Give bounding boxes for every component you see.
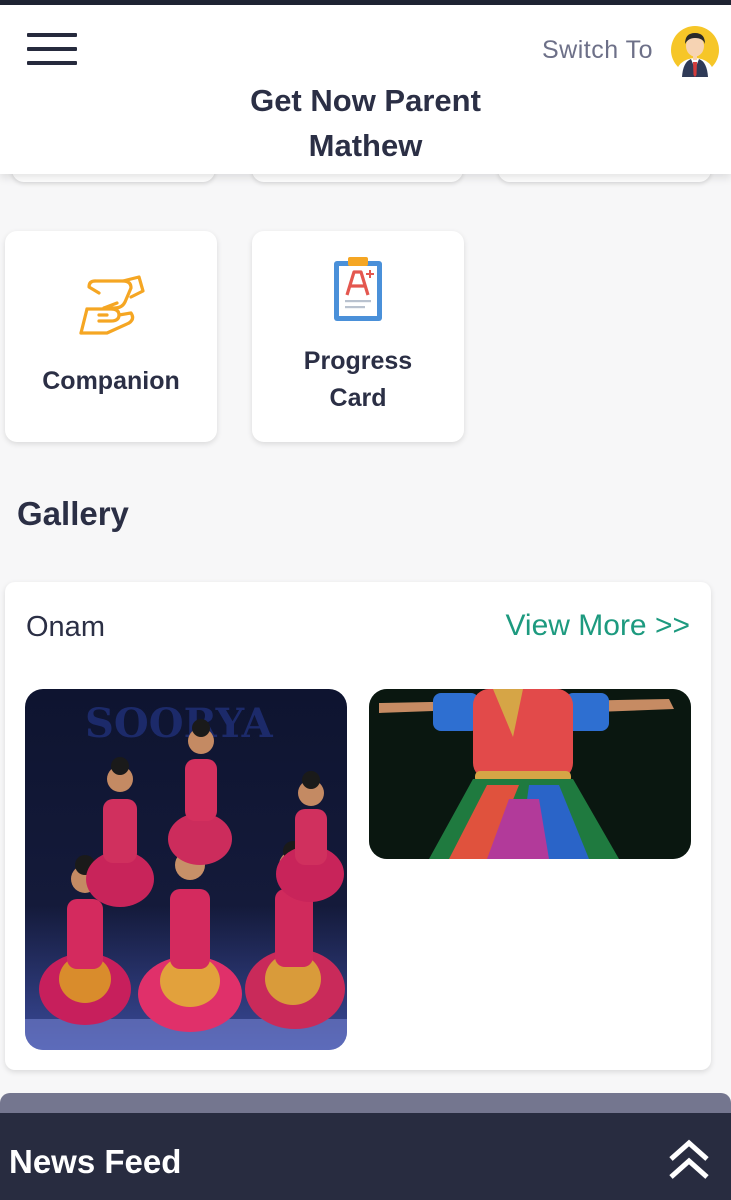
dancer-solo-photo[interactable] bbox=[369, 689, 691, 859]
switch-to-label[interactable]: Switch To bbox=[542, 36, 653, 65]
report-card-icon bbox=[334, 257, 382, 321]
album-name: Onam bbox=[26, 611, 105, 643]
user-avatar-icon[interactable] bbox=[670, 25, 720, 77]
progress-card-label-line-2: Card bbox=[329, 384, 387, 412]
backdrop-text: SOORYA bbox=[85, 700, 274, 747]
page-title-line-2: Mathew bbox=[308, 128, 423, 163]
view-more-link[interactable]: View More >> bbox=[505, 609, 690, 643]
companion-label: Companion bbox=[42, 367, 180, 395]
companion-tile[interactable]: Companion bbox=[5, 231, 217, 442]
news-feed-bar[interactable]: News Feed bbox=[0, 1113, 731, 1200]
page-title-line-1: Get Now Parent bbox=[250, 83, 481, 118]
progress-card-label-line-1: Progress bbox=[303, 347, 413, 375]
gallery-album-card: Onam View More >> SOORYA bbox=[5, 582, 711, 1070]
progress-card-tile[interactable]: Progress Card bbox=[252, 231, 464, 442]
handshake-icon bbox=[79, 275, 145, 335]
hamburger-menu-icon[interactable] bbox=[24, 27, 80, 71]
news-feed-label: News Feed bbox=[9, 1143, 182, 1180]
dance-group-photo[interactable]: SOORYA bbox=[25, 689, 347, 1050]
double-chevron-up-icon[interactable] bbox=[666, 1137, 712, 1183]
app-header: Switch To Get Now Parent Mathew bbox=[0, 5, 731, 174]
dancer-solo-image bbox=[369, 689, 691, 859]
dance-group-image: SOORYA bbox=[25, 689, 347, 1050]
gallery-section-title: Gallery bbox=[17, 495, 129, 532]
